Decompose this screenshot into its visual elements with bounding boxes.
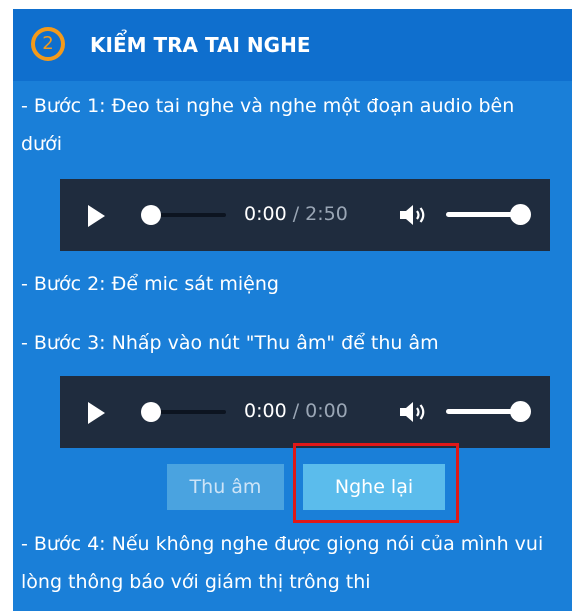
current-time: 0:00 bbox=[244, 400, 287, 422]
total-time: 0:00 bbox=[305, 400, 348, 422]
replay-button[interactable]: Nghe lại bbox=[303, 464, 445, 510]
time-separator: / bbox=[286, 203, 306, 225]
time-separator: / bbox=[286, 400, 306, 422]
play-icon[interactable] bbox=[88, 402, 105, 424]
time-display: 0:00 / 2:50 bbox=[244, 203, 348, 225]
current-time: 0:00 bbox=[244, 203, 287, 225]
audio-player-sample[interactable]: 0:00 / 2:50 bbox=[60, 179, 550, 251]
volume-knob[interactable] bbox=[510, 204, 531, 225]
step-1-text: - Bước 1: Đeo tai nghe và nghe một đoạn … bbox=[21, 95, 515, 155]
section-header: 2 KIỂM TRA TAI NGHE bbox=[13, 9, 572, 81]
record-button[interactable]: Thu âm bbox=[167, 464, 284, 510]
headphone-check-panel: 2 KIỂM TRA TAI NGHE - Bước 1: Đeo tai ng… bbox=[13, 9, 572, 611]
volume-knob[interactable] bbox=[510, 401, 531, 422]
audio-player-recording[interactable]: 0:00 / 0:00 bbox=[60, 376, 550, 448]
section-title: KIỂM TRA TAI NGHE bbox=[90, 33, 311, 57]
play-icon[interactable] bbox=[88, 205, 105, 227]
step-3-text: - Bước 3: Nhấp vào nút "Thu âm" để thu â… bbox=[21, 332, 439, 354]
step-4-text: - Bước 4: Nếu không nghe được giọng nói … bbox=[21, 533, 544, 593]
progress-knob[interactable] bbox=[141, 402, 161, 422]
time-display: 0:00 / 0:00 bbox=[244, 400, 348, 422]
step-number-badge: 2 bbox=[31, 27, 65, 61]
progress-knob[interactable] bbox=[141, 205, 161, 225]
volume-icon[interactable] bbox=[398, 400, 428, 424]
step-2-text: - Bước 2: Để mic sát miệng bbox=[21, 273, 279, 295]
total-time: 2:50 bbox=[305, 203, 348, 225]
volume-icon[interactable] bbox=[398, 203, 428, 227]
